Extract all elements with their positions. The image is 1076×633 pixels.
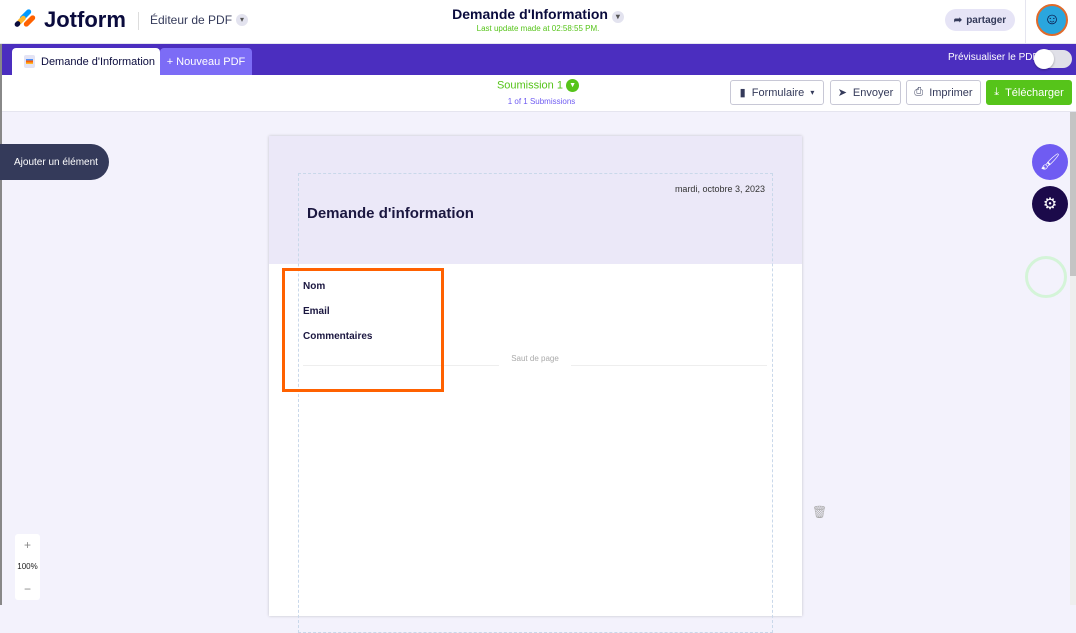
chevron-down-icon: ▾ bbox=[810, 88, 815, 97]
form-icon: ▮ bbox=[739, 87, 746, 99]
zoom-in-button[interactable]: + bbox=[15, 534, 40, 556]
document-title-text: Demande d'Information bbox=[452, 6, 608, 22]
preview-label: Prévisualiser le PDF bbox=[948, 52, 1039, 63]
zoom-out-button[interactable]: − bbox=[15, 578, 40, 600]
window-edge bbox=[0, 44, 2, 605]
theme-paint-button[interactable]: 🖌 bbox=[1032, 144, 1068, 180]
document-title-area: Demande d'Information ▾ Last update made… bbox=[0, 6, 1076, 33]
top-bar: Jotform Éditeur de PDF ▾ Demande d'Inform… bbox=[0, 0, 1076, 44]
divider bbox=[1025, 0, 1026, 44]
zoom-control: + 100% − bbox=[15, 534, 40, 600]
avatar[interactable]: ☺ bbox=[1036, 4, 1068, 36]
loading-ring bbox=[1025, 256, 1067, 298]
form-label: Formulaire bbox=[751, 86, 805, 99]
download-button[interactable]: ⤓ Télécharger bbox=[986, 80, 1072, 105]
share-label: partager bbox=[966, 14, 1007, 26]
download-icon: ⤓ bbox=[994, 86, 1000, 98]
send-button[interactable]: ➤ Envoyer bbox=[830, 80, 901, 105]
chevron-down-icon[interactable]: ▾ bbox=[611, 11, 624, 23]
document-icon bbox=[24, 55, 35, 68]
share-button[interactable]: ➦ partager bbox=[945, 9, 1015, 31]
scrollbar[interactable] bbox=[1070, 112, 1076, 605]
download-label: Télécharger bbox=[1005, 86, 1064, 99]
add-element-button[interactable]: Ajouter un élément bbox=[0, 144, 109, 180]
printer-icon: ⎙ bbox=[914, 86, 924, 98]
settings-button[interactable]: ⚙ bbox=[1032, 186, 1068, 222]
page-margin-guide bbox=[298, 173, 773, 633]
document-title[interactable]: Demande d'Information ▾ bbox=[0, 6, 1076, 23]
trash-icon[interactable]: 🗑 bbox=[812, 505, 827, 519]
document-heading[interactable]: Demande d'information bbox=[307, 205, 474, 222]
send-label: Envoyer bbox=[852, 86, 894, 99]
zoom-level: 100% bbox=[17, 562, 38, 571]
print-label: Imprimer bbox=[929, 86, 973, 99]
paint-roller-icon: 🖌 bbox=[1039, 154, 1061, 171]
print-button[interactable]: ⎙ Imprimer bbox=[906, 80, 981, 105]
gear-icon: ⚙ bbox=[1042, 196, 1058, 213]
page-break[interactable]: Saut de page bbox=[509, 354, 561, 364]
last-update: Last update made at 02:58:55 PM. bbox=[476, 24, 600, 33]
form-button[interactable]: ▮ Formulaire ▾ bbox=[730, 80, 824, 105]
chevron-down-icon: ▼ bbox=[566, 79, 580, 92]
document-date: mardi, octobre 3, 2023 bbox=[674, 184, 765, 194]
send-icon: ➤ bbox=[837, 87, 847, 99]
tab-label: Demande d'Information bbox=[41, 55, 155, 68]
new-pdf-tab[interactable]: + Nouveau PDF bbox=[160, 48, 252, 75]
highlight-box bbox=[282, 268, 444, 392]
submission-label: Soumission 1 bbox=[496, 79, 563, 92]
preview-toggle[interactable] bbox=[1034, 49, 1072, 69]
tab-demande-information[interactable]: Demande d'Information bbox=[12, 48, 160, 75]
page-break-line bbox=[571, 365, 767, 366]
share-icon: ➦ bbox=[953, 14, 963, 26]
